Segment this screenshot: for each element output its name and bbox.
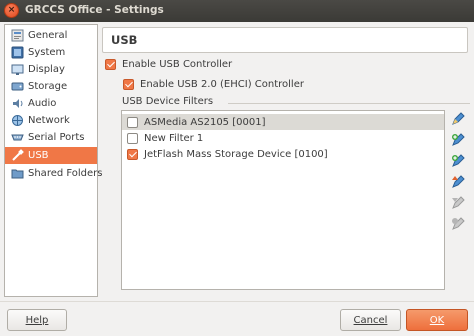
usb-device-filters-label: USB Device Filters [122,96,214,107]
add-from-device-button[interactable] [450,153,466,171]
enable-usb2-controller-option[interactable]: Enable USB 2.0 (EHCI) Controller [123,79,304,90]
sidebar-item-label: Serial Ports [28,132,85,143]
filter-checkbox[interactable] [127,116,138,128]
usb-icon [10,149,24,163]
enable-usb-controller-checkbox[interactable] [105,59,116,70]
sidebar-item-usb[interactable]: USB [5,147,97,164]
general-icon [10,29,24,43]
storage-icon [10,80,24,94]
serial-ports-icon [10,131,24,145]
footer-divider [0,301,474,302]
remove-filter-icon [451,216,465,234]
move-down-button[interactable] [450,195,466,213]
sidebar-item-storage[interactable]: Storage [5,78,97,95]
cancel-button-label: Cancel [353,314,388,326]
settings-sidebar: General System Display Storage Audio Net… [4,24,103,297]
sidebar-item-system[interactable]: System [5,44,97,61]
help-button-label: Help [25,314,49,326]
sidebar-item-display[interactable]: Display [5,61,97,78]
network-icon [10,114,24,128]
enable-usb-controller-option[interactable]: Enable USB Controller [105,59,232,70]
audio-icon [10,97,24,111]
ok-button[interactable]: OK [406,309,468,331]
filter-checkbox[interactable] [127,132,138,144]
filter-label: New Filter 1 [144,132,204,144]
sidebar-item-serial-ports[interactable]: Serial Ports [5,129,97,146]
enable-usb-controller-label: Enable USB Controller [122,59,233,70]
sidebar-item-label: Display [28,64,65,75]
system-icon [10,46,24,60]
filter-label: JetFlash Mass Storage Device [0100] [144,148,328,160]
enable-usb2-controller-label: Enable USB 2.0 (EHCI) Controller [140,79,304,90]
move-up-icon [451,174,465,192]
page-title: USB [111,33,138,47]
sidebar-item-label: General [28,30,68,41]
shared-folders-icon [10,167,24,181]
window-title: GRCCS Office - Settings [25,4,164,16]
display-icon [10,63,24,77]
filter-label: ASMedia AS2105 [0001] [144,116,266,128]
page-header: USB [102,27,468,53]
sidebar-item-label: System [28,47,66,58]
cancel-button[interactable]: Cancel [340,309,401,331]
enable-usb2-controller-checkbox[interactable] [123,79,134,90]
add-from-device-icon [451,153,465,171]
group-divider [228,103,470,104]
sidebar-item-label: Audio [28,98,57,109]
move-up-button[interactable] [450,174,466,192]
sidebar-item-general[interactable]: General [5,27,97,44]
title-bar: × GRCCS Office - Settings [0,0,474,22]
sidebar-item-shared-folders[interactable]: Shared Folders [5,165,103,182]
sidebar-item-audio[interactable]: Audio [5,95,97,112]
sidebar-item-label: Network [28,115,70,126]
ok-button-label: OK [429,314,445,326]
add-filter-button[interactable] [450,132,466,150]
add-filter-icon [451,132,465,150]
sidebar-item-label: USB [28,150,49,161]
list-item[interactable]: New Filter 1 [122,130,444,146]
edit-filter-icon [451,111,465,129]
close-window-button[interactable]: × [4,3,19,18]
sidebar-item-network[interactable]: Network [5,112,97,129]
usb-filters-list[interactable]: ASMedia AS2105 [0001] New Filter 1 JetFl… [121,110,445,290]
remove-filter-button[interactable] [450,216,466,234]
move-down-icon [451,195,465,213]
list-item[interactable]: ASMedia AS2105 [0001] [122,114,444,130]
edit-filter-button[interactable] [450,111,466,129]
usb-settings-page: USB Enable USB Controller Enable USB 2.0… [102,24,470,297]
filter-checkbox[interactable] [127,148,138,160]
sidebar-item-label: Shared Folders [28,168,103,179]
sidebar-item-label: Storage [28,81,68,92]
help-button[interactable]: Help [7,309,67,331]
list-item[interactable]: JetFlash Mass Storage Device [0100] [122,146,444,162]
